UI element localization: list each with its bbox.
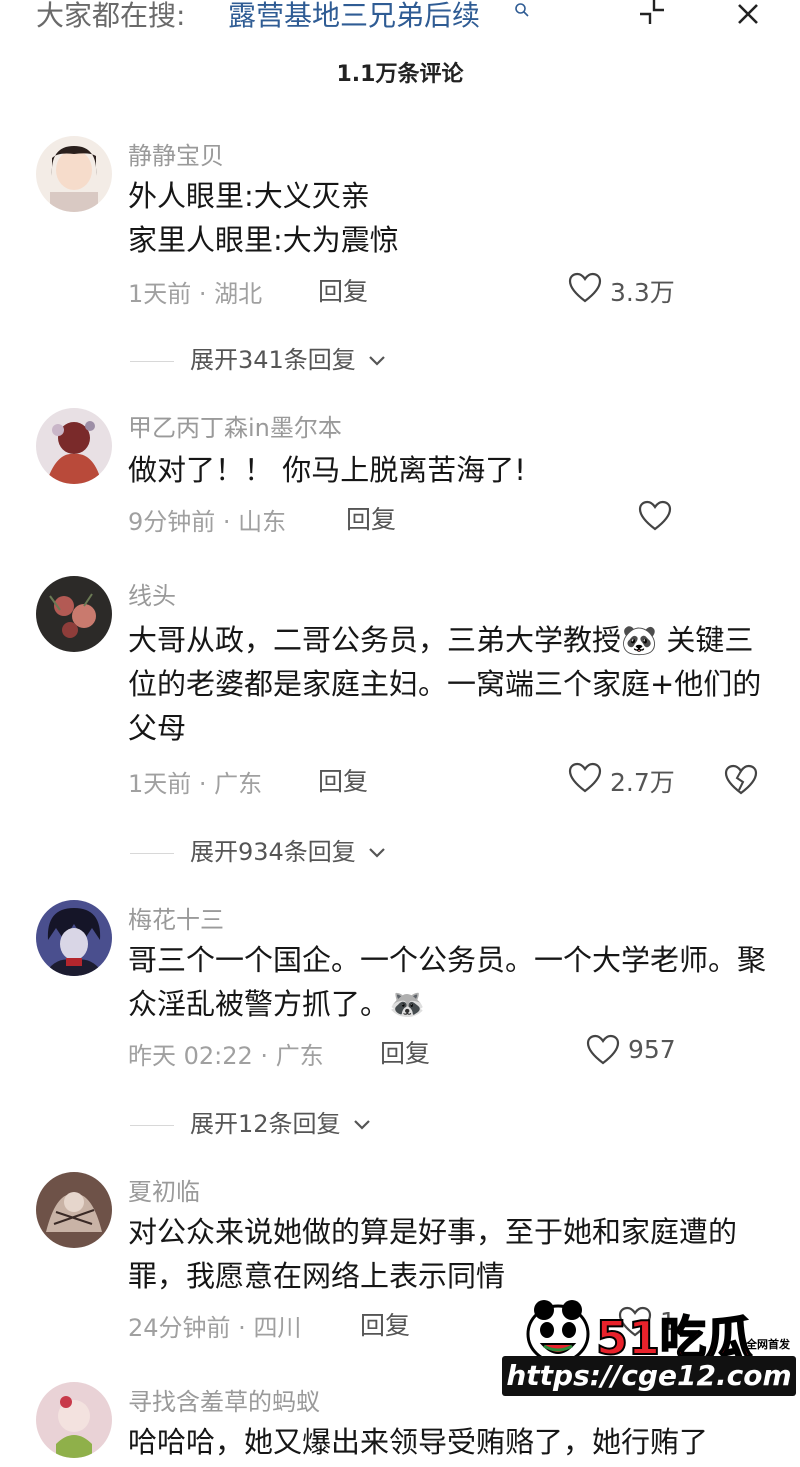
divider bbox=[130, 1124, 174, 1126]
chevron-down-icon bbox=[354, 1120, 370, 1130]
comment-time: 1天前 bbox=[128, 280, 192, 308]
comment-text: 外人眼里:大义灭亲 家里人眼里:大为震惊 bbox=[128, 179, 399, 257]
comment-time: 昨天 02:22 bbox=[128, 1042, 253, 1070]
comment-meta: 昨天 02:22 · 广东 bbox=[128, 1042, 324, 1070]
comment-meta: 1天前 · 湖北 bbox=[128, 280, 263, 308]
expand-replies-label: 展开934条回复 bbox=[190, 838, 356, 866]
chevron-down-icon bbox=[369, 848, 386, 858]
username[interactable]: 寻找含羞草的蚂蚁 bbox=[128, 1382, 320, 1417]
reply-button[interactable]: 回复 bbox=[380, 1034, 430, 1070]
username[interactable]: 静静宝贝 bbox=[128, 136, 224, 171]
heart-icon bbox=[638, 500, 672, 531]
avatar[interactable] bbox=[36, 1172, 112, 1248]
comment-time: 9分钟前 bbox=[128, 508, 216, 536]
watermark-subtitle: 全网首发 bbox=[746, 1338, 790, 1351]
fullscreen-icon[interactable] bbox=[636, 0, 668, 28]
comment-time: 24分钟前 bbox=[128, 1314, 231, 1342]
divider bbox=[130, 360, 174, 362]
search-icon[interactable] bbox=[514, 2, 530, 18]
avatar[interactable] bbox=[36, 900, 112, 976]
comment-location: 山东 bbox=[238, 508, 287, 536]
top-bar: 大家都在搜: 露营基地三兄弟后续 bbox=[0, 0, 800, 40]
reply-button[interactable]: 回复 bbox=[360, 1306, 410, 1342]
search-suggestion-link[interactable]: 露营基地三兄弟后续 bbox=[228, 0, 480, 34]
comment-text: 做对了！！ 你马上脱离苦海了! bbox=[128, 453, 526, 487]
heart-icon bbox=[586, 1034, 620, 1065]
comment-meta: 1天前 · 广东 bbox=[128, 770, 263, 798]
divider bbox=[130, 852, 174, 854]
comment-location: 广东 bbox=[214, 770, 263, 798]
broken-heart-icon[interactable] bbox=[724, 764, 758, 796]
close-icon[interactable] bbox=[734, 0, 762, 28]
avatar[interactable] bbox=[36, 136, 112, 212]
username[interactable]: 甲乙丙丁森in墨尔本 bbox=[128, 408, 342, 443]
comment-location: 湖北 bbox=[214, 280, 263, 308]
expand-replies-label: 展开341条回复 bbox=[190, 346, 356, 374]
reply-button[interactable]: 回复 bbox=[318, 272, 368, 308]
comment-time: 1天前 bbox=[128, 770, 192, 798]
comment-text: 哥三个一个国企。一个公务员。一个大学老师。聚众淫乱被警方抓了。🦝 bbox=[128, 943, 767, 1021]
like-count: 2.7万 bbox=[610, 768, 675, 797]
heart-icon bbox=[568, 762, 602, 793]
comment-text: 大哥从政，二哥公务员，三弟大学教授🐼 关键三位的老婆都是家庭主妇。一窝端三个家庭… bbox=[128, 623, 762, 745]
like-count: 957 bbox=[628, 1035, 676, 1064]
expand-replies-button[interactable]: 展开12条回复 bbox=[130, 1104, 372, 1139]
username[interactable]: 梅花十三 bbox=[128, 900, 224, 935]
comment-location: 广东 bbox=[275, 1042, 324, 1070]
avatar[interactable] bbox=[36, 576, 112, 652]
avatar[interactable] bbox=[36, 1382, 112, 1458]
search-prefix: 大家都在搜: bbox=[36, 0, 186, 32]
username[interactable]: 夏初临 bbox=[128, 1172, 200, 1207]
avatar[interactable] bbox=[36, 408, 112, 484]
comment-meta: 9分钟前 · 山东 bbox=[128, 508, 287, 536]
like-count: 3.3万 bbox=[610, 278, 675, 307]
heart-icon bbox=[568, 272, 602, 303]
chevron-down-icon bbox=[369, 356, 386, 366]
comment-location: 四川 bbox=[253, 1314, 302, 1342]
comment-text: 对公众来说她做的算是好事，至于她和家庭遭的罪，我愿意在网络上表示同情 bbox=[128, 1215, 738, 1293]
expand-replies-label: 展开12条回复 bbox=[190, 1110, 341, 1138]
expand-replies-button[interactable]: 展开341条回复 bbox=[130, 340, 387, 375]
reply-button[interactable]: 回复 bbox=[318, 762, 368, 798]
username[interactable]: 线头 bbox=[128, 576, 176, 611]
comment-count: 1.1万条评论 bbox=[336, 62, 464, 87]
expand-replies-button[interactable]: 展开934条回复 bbox=[130, 832, 387, 867]
comment-text: 哈哈哈，她又爆出来领导受贿赂了，她行贿了 bbox=[128, 1425, 709, 1459]
watermark: 51吃瓜 全网首发 https://cge12.com bbox=[500, 1296, 800, 1402]
comment-meta: 24分钟前 · 四川 bbox=[128, 1314, 302, 1342]
watermark-url: https://cge12.com bbox=[502, 1356, 796, 1396]
reply-button[interactable]: 回复 bbox=[346, 500, 396, 536]
